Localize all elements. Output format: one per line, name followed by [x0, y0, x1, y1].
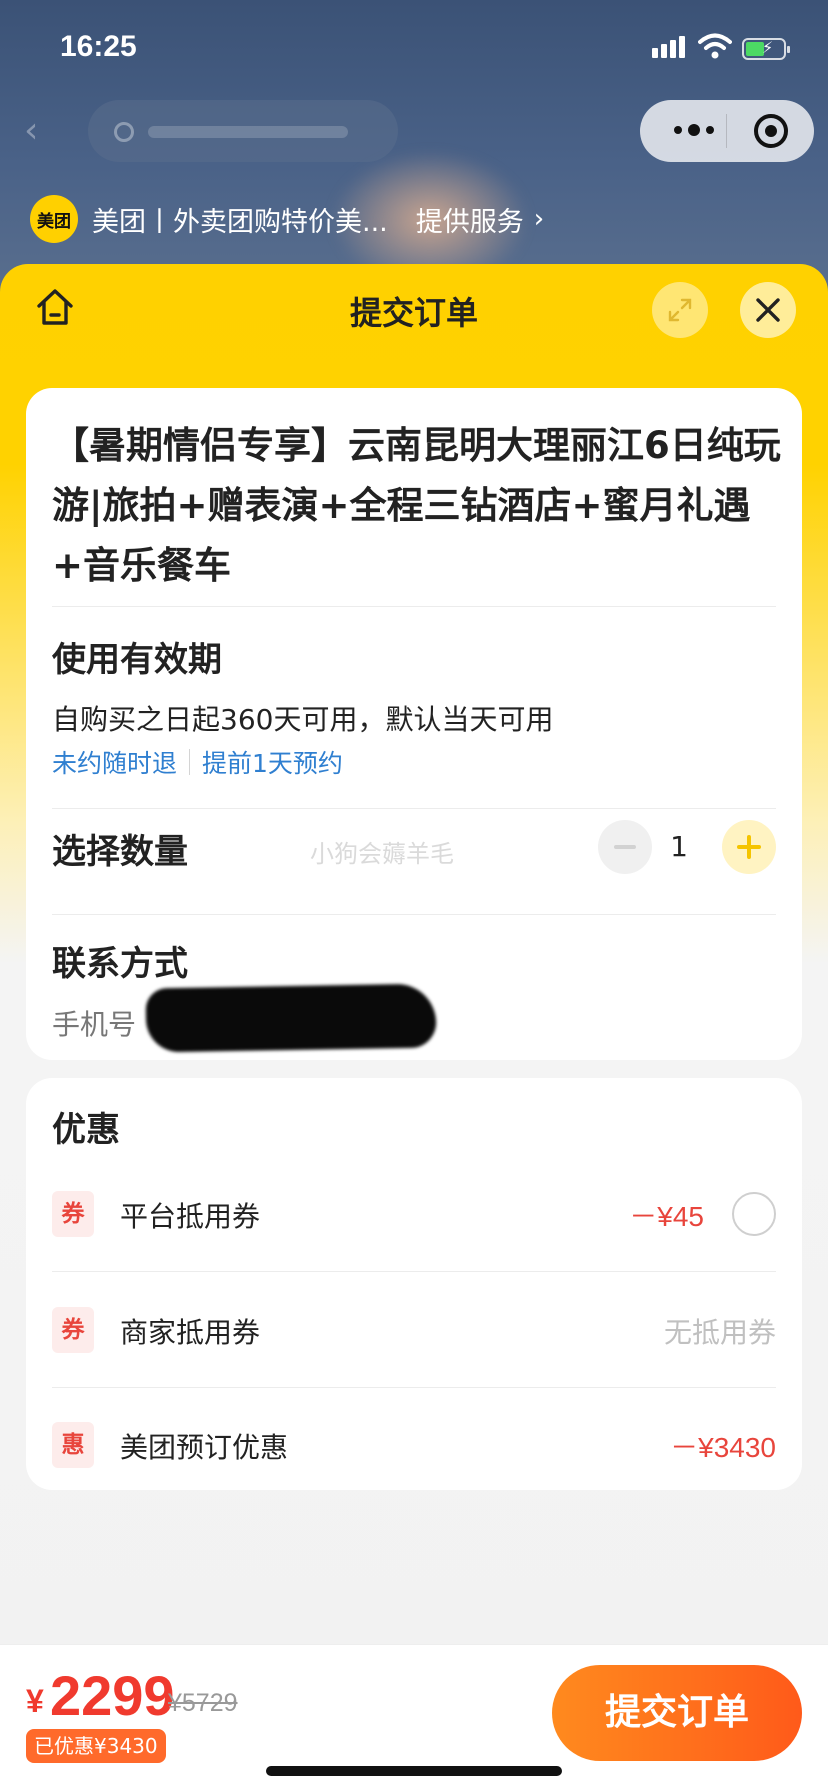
battery-icon: ⚡ — [742, 38, 790, 60]
price-currency: ¥ — [26, 1683, 44, 1719]
phone-number-redacted[interactable] — [145, 983, 437, 1053]
order-sheet: 提交订单 【暑期情侣专享】云南昆明大理丽江6日纯玩游|旅拍+赠表演+全程三钻酒店… — [0, 264, 828, 1792]
phone-label: 手机号 — [52, 1008, 137, 1041]
saved-badge: 已优惠¥3430 — [26, 1729, 166, 1763]
original-price: ¥5729 — [168, 1689, 238, 1717]
provide-service-link[interactable]: 提供服务 — [416, 200, 524, 239]
home-indicator — [266, 1766, 562, 1776]
quantity-minus-button[interactable] — [598, 820, 652, 874]
offer-badge: 惠 — [52, 1422, 94, 1468]
meituan-logo: 美团 — [30, 195, 78, 243]
divider — [52, 1271, 776, 1272]
total-price: 2299 — [50, 1664, 175, 1727]
quantity-stepper: 1 — [598, 820, 778, 876]
validity-label: 使用有效期 — [52, 640, 222, 680]
divider — [52, 606, 776, 607]
no-coupon-text: 无抵用券 — [663, 1316, 776, 1349]
discount-row-merchant-coupon[interactable]: 券 商家抵用券 无抵用券 — [52, 1285, 776, 1375]
tag-refund: 未约随时退 — [52, 749, 178, 778]
discount-title: 优惠 — [52, 1110, 120, 1150]
more-menu-button[interactable] — [664, 110, 724, 150]
product-title: 【暑期情侣专享】云南昆明大理丽江6日纯玩游|旅拍+赠表演+全程三钻酒店+蜜月礼遇… — [52, 424, 781, 587]
coupon-badge: 券 — [52, 1307, 94, 1353]
service-provider-bar[interactable]: 美团 美团丨外卖团购特价美... 提供服务 › — [30, 195, 545, 243]
discount-amount: －¥45 — [629, 1201, 704, 1232]
close-mini-program-button[interactable] — [754, 114, 788, 148]
discount-name: 平台抵用券 — [120, 1200, 261, 1233]
discount-amount: －¥3430 — [670, 1432, 776, 1463]
cellular-signal-icon — [652, 36, 688, 58]
coupon-badge: 券 — [52, 1191, 94, 1237]
divider — [52, 914, 776, 915]
chevron-right-icon: › — [533, 204, 545, 234]
discount-row-platform-coupon[interactable]: 券 平台抵用券 －¥45 — [52, 1169, 776, 1259]
contact-label: 联系方式 — [52, 944, 188, 984]
quantity-value: 1 — [670, 830, 688, 863]
coupon-radio[interactable] — [732, 1192, 776, 1236]
validity-text: 自购买之日起360天可用，默认当天可用 — [52, 703, 554, 736]
tag-booking: 提前1天预约 — [202, 749, 343, 778]
back-arrow-icon: ‹ — [24, 110, 39, 151]
submit-order-button[interactable]: 提交订单 — [552, 1665, 802, 1761]
discount-card: 优惠 券 平台抵用券 －¥45 券 商家抵用券 无抵用券 惠 美团预订优惠 －¥… — [26, 1078, 802, 1490]
sheet-header: 提交订单 — [0, 264, 828, 354]
mini-program-capsule — [640, 100, 814, 162]
status-bar: 16:25 ⚡ — [0, 0, 828, 100]
quantity-label: 选择数量 — [52, 832, 188, 872]
discount-row-booking-offer: 惠 美团预订优惠 －¥3430 — [52, 1400, 776, 1490]
order-detail-card: 【暑期情侣专享】云南昆明大理丽江6日纯玩游|旅拍+赠表演+全程三钻酒店+蜜月礼遇… — [26, 388, 802, 1060]
quantity-plus-button[interactable] — [722, 820, 776, 874]
wifi-icon — [698, 32, 732, 64]
discount-name: 商家抵用券 — [120, 1316, 261, 1349]
expand-icon[interactable] — [652, 282, 708, 338]
policy-tags: 未约随时退 提前1天预约 — [52, 744, 343, 780]
close-icon[interactable] — [740, 282, 796, 338]
status-time: 16:25 — [60, 30, 137, 63]
watermark: 小狗会薅羊毛 — [310, 840, 454, 868]
divider — [52, 808, 776, 809]
discount-name: 美团预订优惠 — [120, 1431, 289, 1464]
provider-name: 美团丨外卖团购特价美... — [92, 206, 388, 238]
divider — [52, 1387, 776, 1388]
blurred-search-bar — [88, 100, 398, 162]
